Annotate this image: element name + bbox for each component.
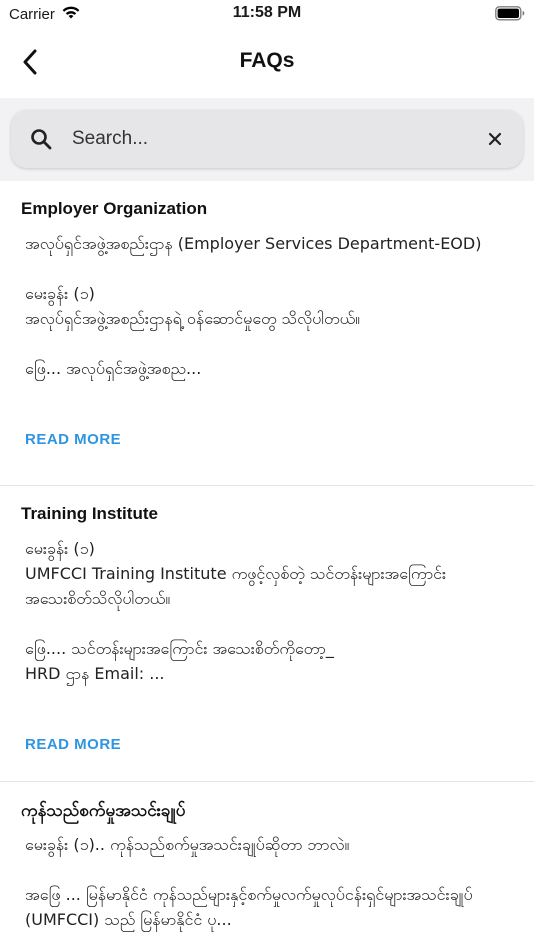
faq-title: Employer Organization (21, 199, 208, 218)
content-area: Employer Organization အလုပ်ရှင်အဖွဲ့အစည်… (0, 98, 534, 950)
faq-title: ကုန်သည်စက်မှုအသင်းချုပ် (21, 801, 186, 820)
faq-title: Training Institute (21, 504, 158, 523)
faq-list: Employer Organization အလုပ်ရှင်အဖွဲ့အစည်… (0, 181, 534, 950)
search-icon (31, 129, 52, 150)
faq-body: မေးခွန်း (၁) UMFCCI Training Institute က… (25, 539, 447, 683)
read-more-button[interactable]: READ MORE (25, 431, 121, 448)
battery-icon (495, 6, 525, 26)
search-bar[interactable] (11, 110, 523, 168)
page-title: FAQs (239, 49, 295, 72)
search-input[interactable] (72, 120, 472, 158)
faq-body: မေးခွန်း (၁).. ကုန်သည်စက်မှုအသင်းချုပ်ဆိ… (25, 835, 473, 929)
read-more-button[interactable]: READ MORE (25, 736, 121, 753)
faq-item[interactable]: Training Institute မေးခွန်း (၁) UMFCCI T… (0, 486, 534, 782)
faq-body: အလုပ်ရှင်အဖွဲ့အစည်းဌာန (Employer Service… (25, 234, 482, 378)
faq-item[interactable]: Employer Organization အလုပ်ရှင်အဖွဲ့အစည်… (0, 181, 534, 486)
faq-item[interactable]: ကုန်သည်စက်မှုအသင်းချုပ် မေးခွန်း (၁).. က… (0, 782, 534, 950)
close-icon[interactable] (485, 129, 505, 149)
status-time: 11:58 PM (232, 4, 302, 21)
status-bar: Carrier 11:58 PM (0, 0, 534, 30)
navigation-bar: FAQs (0, 30, 534, 98)
